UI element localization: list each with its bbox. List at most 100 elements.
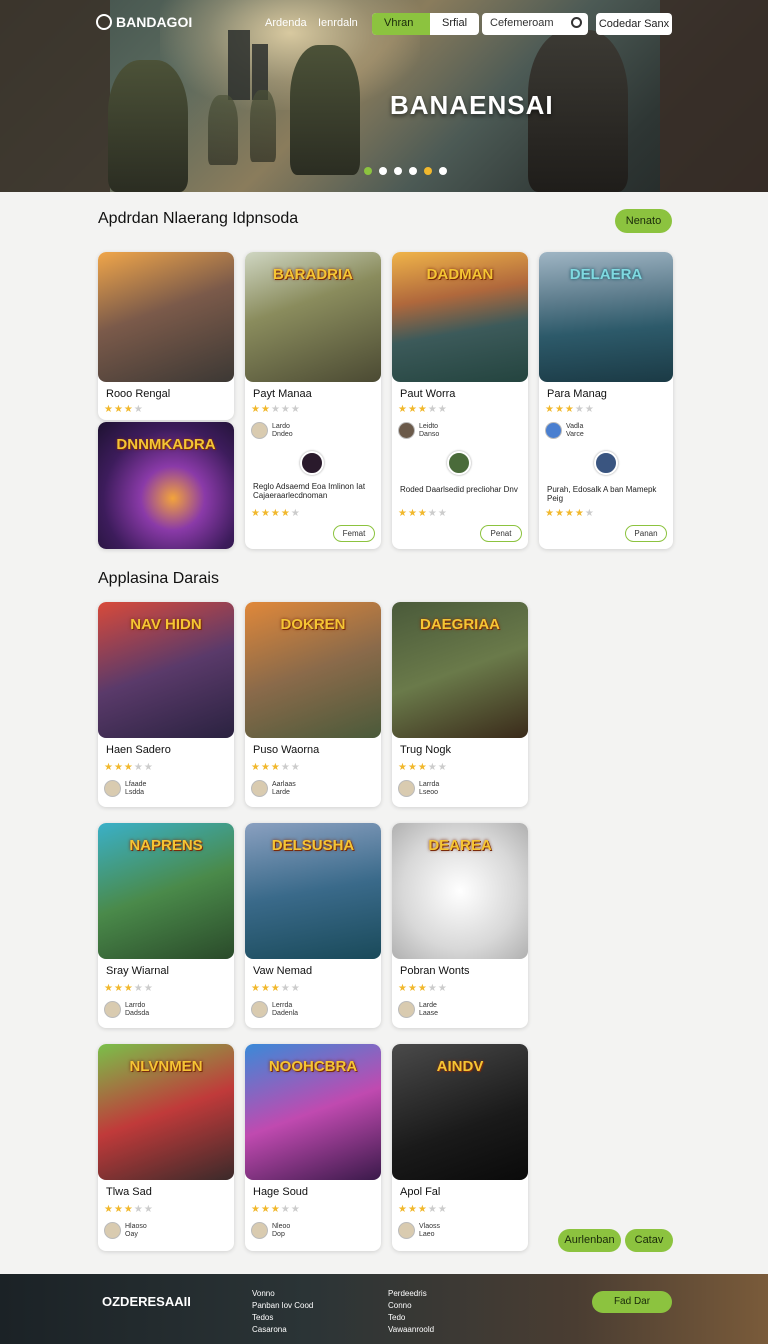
developer-avatar: [398, 1001, 415, 1018]
game-card[interactable]: NAV HIDN Haen Sadero ★★★★★ Lfaade Lsdda: [98, 602, 234, 807]
game-card[interactable]: NLVNMEN Tlwa Sad ★★★★★ Hlaoso Oay: [98, 1044, 234, 1251]
developer-avatar: [398, 780, 415, 797]
game-card[interactable]: DEAREA Pobran Wonts ★★★★★ Larde Laase: [392, 823, 528, 1028]
carousel-dots: [364, 167, 447, 175]
developer-avatar: [104, 1001, 121, 1018]
footer-link[interactable]: Tedos: [252, 1312, 313, 1324]
card-action-button[interactable]: Panan: [625, 525, 667, 542]
developer-info: Larde Laase: [398, 1001, 438, 1018]
rating-stars: ★★★★★: [251, 508, 301, 519]
card-action-button[interactable]: Femat: [333, 525, 375, 542]
header-button[interactable]: Codedar Sanx: [596, 13, 672, 35]
developer-avatar: [251, 1222, 268, 1239]
game-description: Purah, Edosalk A ban Mamepk Peig: [547, 485, 657, 503]
developer-info: Nleoo Dop: [251, 1222, 290, 1239]
footer-link[interactable]: Vonno: [252, 1288, 313, 1300]
game-thumbnail: NAV HIDN: [98, 602, 234, 738]
game-title: Tlwa Sad: [106, 1186, 152, 1198]
footer-link[interactable]: Conno: [388, 1300, 434, 1312]
footer: OZDERESAAII Vonno Panban lov Cood Tedos Cas…: [0, 1274, 768, 1344]
game-thumbnail: NLVNMEN: [98, 1044, 234, 1180]
footer-link[interactable]: Vawaanroold: [388, 1324, 434, 1336]
segmented-toggle: Vhran Srfial: [372, 13, 480, 35]
footer-link[interactable]: Perdeedris: [388, 1288, 434, 1300]
game-card[interactable]: DNNMKADRA: [98, 422, 234, 549]
rating-stars: ★★★★★: [398, 762, 448, 773]
game-thumbnail: DOKREN: [245, 602, 381, 738]
game-description: Reglo Adsaemd Eoa Imlinon Iat Cajaeraarl…: [253, 482, 366, 500]
game-card[interactable]: AINDV Apol Fal ★★★★★ Vlaoss Laeo: [392, 1044, 528, 1251]
footer-links-1: Vonno Panban lov Cood Tedos Casarona: [252, 1288, 313, 1336]
game-thumbnail: DELSUSHA: [245, 823, 381, 959]
rating-stars: ★★★★: [104, 404, 144, 415]
developer-avatar: [104, 1222, 121, 1239]
carousel-dot[interactable]: [364, 167, 372, 175]
game-description: Roded Daarlsedid precliohar Dnv: [400, 485, 518, 494]
footer-link[interactable]: Panban lov Cood: [252, 1300, 313, 1312]
hero-banner: BANDAGOI Ardenda Ienrdaln Vhran Srfial C…: [0, 0, 768, 192]
footer-links-2: Perdeedris Conno Tedo Vawaanroold: [388, 1288, 434, 1336]
game-card[interactable]: DADMAN Paut Worra ★★★★★ Leidto Danso Rode…: [392, 252, 528, 549]
rating-stars: ★★★★★: [398, 983, 448, 994]
game-title: Hage Soud: [253, 1186, 309, 1198]
rating-stars: ★★★★★: [251, 1204, 301, 1215]
game-thumbnail: NAPRENS: [98, 823, 234, 959]
carousel-dot[interactable]: [424, 167, 432, 175]
bottom-button-1[interactable]: Aurlenban: [558, 1229, 621, 1252]
carousel-dot[interactable]: [439, 167, 447, 175]
developer-info: Lardo Dndeo: [251, 422, 293, 439]
developer-info: Vadla Varce: [545, 422, 584, 439]
card-action-button[interactable]: Penat: [480, 525, 522, 542]
rating-stars: ★★★★★: [398, 404, 448, 415]
game-title: Vaw Nemad: [253, 965, 313, 977]
developer-info: Lerrda Dadenla: [251, 1001, 298, 1018]
carousel-dot[interactable]: [379, 167, 387, 175]
footer-logo[interactable]: OZDERESAAII: [102, 1294, 191, 1309]
rating-stars: ★★★★★: [398, 1204, 448, 1215]
segment-option-2[interactable]: Srfial: [430, 13, 479, 35]
nav-link-1[interactable]: Ardenda: [265, 17, 307, 29]
game-card[interactable]: NOOHCBRA Hage Soud ★★★★★ Nleoo Dop: [245, 1044, 381, 1251]
developer-avatar: [251, 780, 268, 797]
game-title: Sray Wiarnal: [106, 965, 169, 977]
game-title: Payt Manaa: [253, 388, 312, 400]
rating-stars: ★★★★★: [545, 404, 595, 415]
carousel-dot[interactable]: [394, 167, 402, 175]
game-title: Rooo Rengal: [106, 388, 171, 400]
search-icon[interactable]: [571, 17, 582, 28]
rating-stars: ★★★★★: [251, 404, 301, 415]
rating-stars: ★★★★★: [104, 762, 154, 773]
search-input[interactable]: Cefemeroam: [482, 13, 588, 35]
rating-stars: ★★★★★: [251, 983, 301, 994]
footer-link[interactable]: Tedo: [388, 1312, 434, 1324]
game-thumbnail: DAEGRIAA: [392, 602, 528, 738]
player-avatar: [447, 451, 471, 475]
logo-icon: [96, 14, 112, 30]
game-card[interactable]: DELSUSHA Vaw Nemad ★★★★★ Lerrda Dadenla: [245, 823, 381, 1028]
game-thumbnail: DNNMKADRA: [98, 422, 234, 549]
game-thumbnail: [98, 252, 234, 382]
game-card[interactable]: Rooo Rengal ★★★★: [98, 252, 234, 420]
game-card[interactable]: DAEGRIAA Trug Nogk ★★★★★ Larrda Lseoo: [392, 602, 528, 807]
segment-option-1[interactable]: Vhran: [372, 13, 430, 35]
section-more-button[interactable]: Nenato: [615, 209, 672, 233]
game-card[interactable]: NAPRENS Sray Wiarnal ★★★★★ Larrdo Dadsda: [98, 823, 234, 1028]
developer-info: Larrda Lseoo: [398, 780, 439, 797]
game-title: Pobran Wonts: [400, 965, 470, 977]
footer-button[interactable]: Fad Dar: [592, 1291, 672, 1313]
section-title-apps: Applasina Darais: [98, 570, 219, 587]
game-thumbnail: AINDV: [392, 1044, 528, 1180]
developer-avatar: [398, 1222, 415, 1239]
game-card[interactable]: BARADRIA Payt Manaa ★★★★★ Lardo Dndeo Reg…: [245, 252, 381, 549]
game-title: Trug Nogk: [400, 744, 451, 756]
nav-link-2[interactable]: Ienrdaln: [318, 17, 358, 29]
developer-info: Aarlaas Larde: [251, 780, 296, 797]
game-card[interactable]: DOKREN Puso Waorna ★★★★★ Aarlaas Larde: [245, 602, 381, 807]
footer-link[interactable]: Casarona: [252, 1324, 313, 1336]
rating-stars: ★★★★★: [104, 1204, 154, 1215]
game-card[interactable]: DELAERA Para Manag ★★★★★ Vadla Varce Pura…: [539, 252, 673, 549]
site-logo[interactable]: BANDAGOI: [96, 14, 192, 30]
carousel-dot[interactable]: [409, 167, 417, 175]
game-thumbnail: BARADRIA: [245, 252, 381, 382]
bottom-button-2[interactable]: Catav: [625, 1229, 673, 1252]
